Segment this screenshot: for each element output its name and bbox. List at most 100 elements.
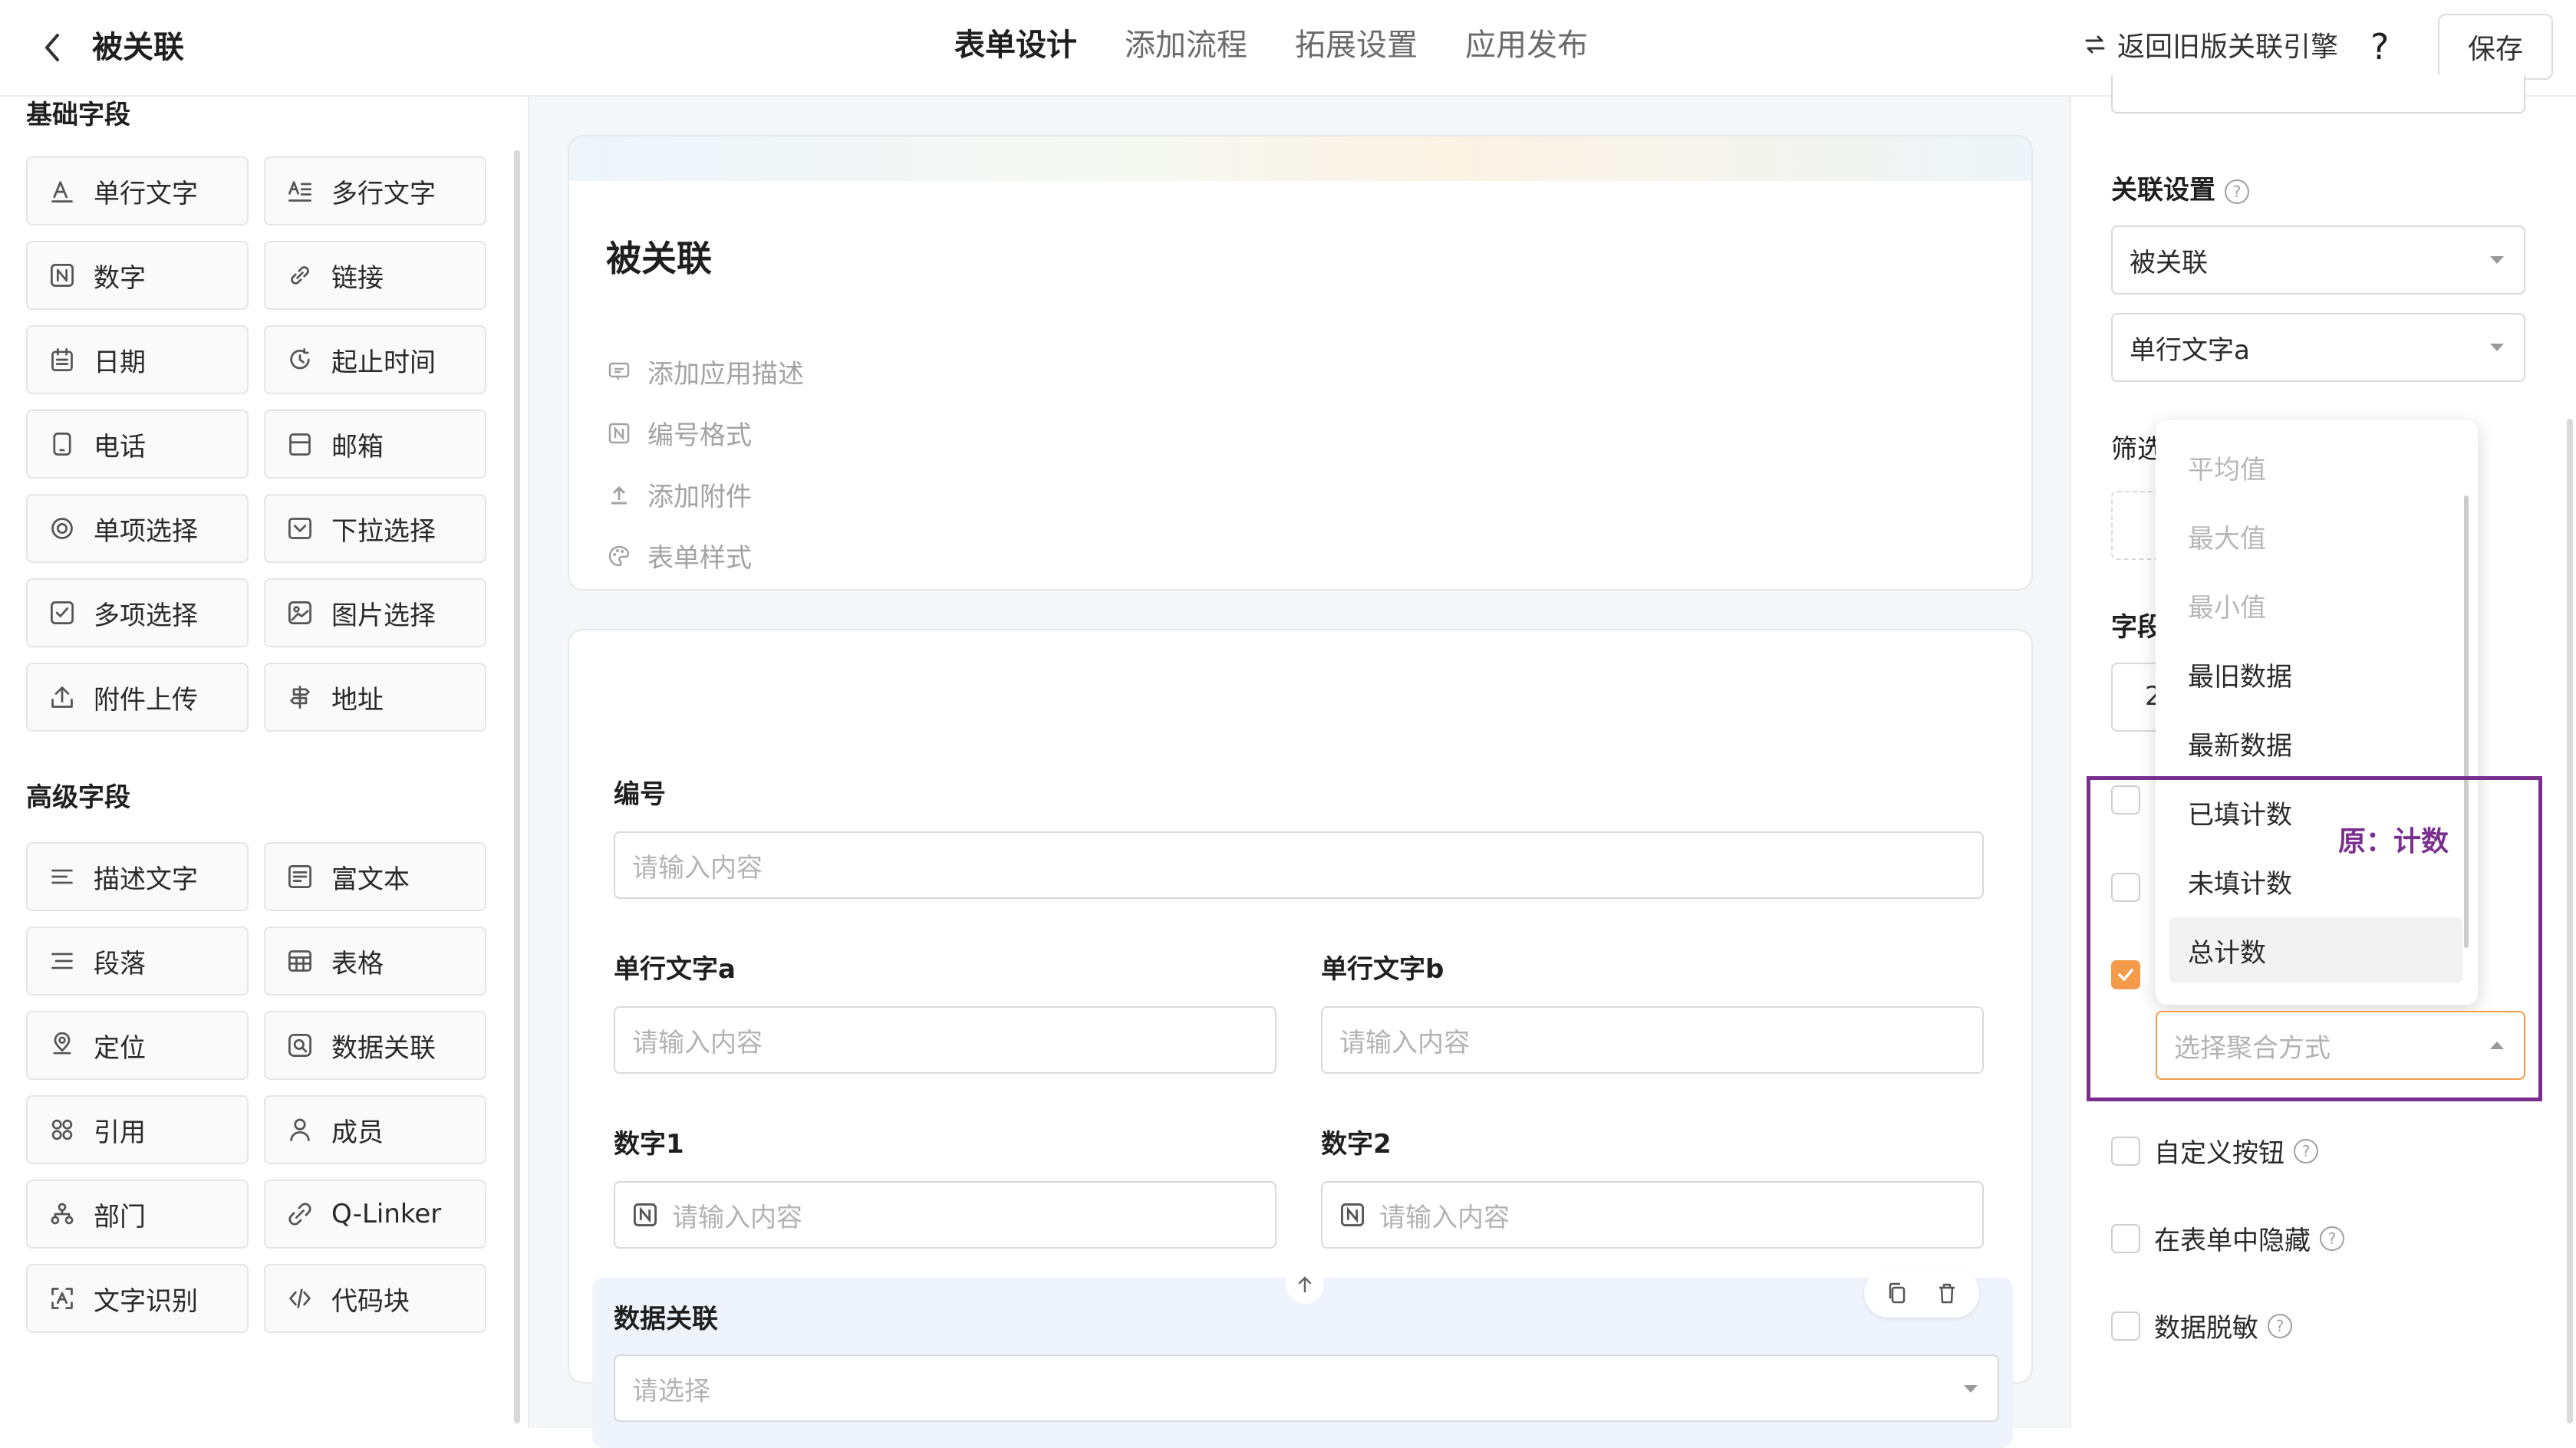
field-label: 成员 [331,1117,384,1148]
add-attachment-link[interactable]: 添加附件 [606,476,752,513]
agg-option-newest[interactable]: 最新数据 [2169,710,2462,776]
tab-publish-app[interactable]: 应用发布 [1465,23,1588,97]
truncated-select[interactable] [2111,75,2525,114]
number-n-icon [48,261,77,290]
help-circle-icon[interactable]: ? [2225,179,2249,204]
form-header-card: 被关联 添加应用描述 编号格式 添加附件 表单样式 [568,135,2033,591]
number2-label: 数字2 [1321,1129,1392,1160]
form-style-link[interactable]: 表单样式 [606,537,752,574]
relation-settings-label: 关联设置? [2111,173,2249,207]
table-icon [285,946,315,976]
relation-form-select[interactable]: 被关联 [2111,225,2525,295]
hide-in-form-checkbox[interactable] [2111,1223,2140,1253]
back-button[interactable] [31,26,74,69]
save-button[interactable]: 保存 [2438,14,2553,80]
basic-field-13[interactable]: 地址 [264,663,486,732]
move-up-button[interactable] [1286,1265,1324,1304]
agg-option-oldest[interactable]: 最旧数据 [2169,641,2462,707]
calendar-icon [48,345,77,374]
form-title[interactable]: 被关联 [606,235,712,282]
advanced-field-9[interactable]: Q-Linker [264,1180,486,1249]
number1-input[interactable]: 请输入内容 [614,1181,1276,1249]
advanced-field-2[interactable]: 段落 [26,926,249,995]
number2-input[interactable]: 请输入内容 [1321,1181,1984,1249]
tab-extension-settings[interactable]: 拓展设置 [1295,23,1418,97]
data-relation-select[interactable]: 请选择 [614,1354,1999,1422]
annotation-note: 原：计数 [2338,826,2449,857]
delete-button[interactable] [1930,1276,1964,1310]
basic-field-1[interactable]: 多行文字 [264,156,486,225]
tab-form-design[interactable]: 表单设计 [954,23,1077,118]
add-description-link[interactable]: 添加应用描述 [606,353,804,390]
custom-button-checkbox[interactable] [2111,1136,2140,1166]
text-a-label: 单行文字a [614,954,736,985]
help-circle-icon[interactable]: ? [2320,1226,2344,1251]
basic-field-4[interactable]: 日期 [26,325,249,394]
ocr-icon [48,1284,77,1313]
basic-field-10[interactable]: 多项选择 [26,578,249,647]
basic-field-6[interactable]: 电话 [26,410,249,479]
advanced-field-7[interactable]: 成员 [264,1095,486,1164]
number-format-link[interactable]: 编号格式 [606,414,752,452]
advanced-field-11[interactable]: 代码块 [264,1264,486,1333]
serial-input[interactable]: 请输入内容 [614,831,1984,899]
form-canvas: 被关联 添加应用描述 编号格式 添加附件 表单样式 编号 请输入内容 单行文字a… [529,97,2070,1448]
number-n-icon [1340,1203,1365,1227]
left-scrollbar[interactable] [514,150,520,1423]
agg-option-average[interactable]: 平均值 [2169,434,2462,500]
custom-button-option[interactable]: 自定义按钮 ? [2111,1132,2318,1170]
relation-field-select[interactable]: 单行文字a [2111,313,2525,382]
text-a-placeholder: 请输入内容 [632,1027,763,1058]
legacy-engine-link[interactable]: 返回旧版关联引擎 [2084,28,2338,67]
help-circle-icon[interactable]: ? [2268,1313,2292,1338]
text-b-placeholder: 请输入内容 [1339,1027,1470,1058]
basic-field-7[interactable]: 邮箱 [264,410,486,479]
data-relation-field-block[interactable]: 数据关联 请选择 [592,1265,2013,1448]
data-mask-option[interactable]: 数据脱敏 ? [2111,1307,2292,1344]
switch-arrows-icon [2084,28,2107,67]
tab-bar: 表单设计 添加流程 拓展设置 应用发布 [954,23,1636,118]
caret-down-icon [1964,1385,1978,1393]
block-toolbar [1864,1269,1979,1318]
agg-option-min[interactable]: 最小值 [2169,572,2462,638]
advanced-field-3[interactable]: 表格 [264,926,486,995]
advanced-field-5[interactable]: 数据关联 [264,1011,486,1080]
basic-field-9[interactable]: 下拉选择 [264,494,486,563]
field-label: 单行文字 [94,178,198,209]
field-label: 多行文字 [331,178,436,209]
advanced-field-8[interactable]: 部门 [26,1180,249,1249]
agg-option-max[interactable]: 最大值 [2169,503,2462,569]
tab-add-workflow[interactable]: 添加流程 [1125,23,1247,97]
basic-fields-title: 基础字段 [26,100,130,130]
advanced-field-10[interactable]: 文字识别 [26,1264,249,1333]
text-a-input[interactable]: 请输入内容 [614,1006,1276,1074]
copy-button[interactable] [1880,1276,1914,1310]
text-b-input[interactable]: 请输入内容 [1321,1006,1984,1074]
advanced-field-6[interactable]: 引用 [26,1095,249,1164]
number1-label: 数字1 [614,1129,684,1160]
hide-in-form-label: 在表单中隐藏 [2154,1226,2311,1256]
basic-field-11[interactable]: 图片选择 [264,578,486,647]
right-scrollbar[interactable] [2567,419,2573,1423]
basic-field-8[interactable]: 单项选择 [26,494,249,563]
help-circle-icon[interactable]: ? [2294,1138,2318,1163]
advanced-field-4[interactable]: 定位 [26,1011,249,1080]
form-style-label: 表单样式 [647,543,752,574]
multiline-text-icon [285,176,315,206]
hide-in-form-option[interactable]: 在表单中隐藏 ? [2111,1219,2344,1257]
mailbox-icon [285,429,315,459]
basic-field-0[interactable]: 单行文字 [26,156,249,225]
field-label: 日期 [94,347,146,378]
basic-field-5[interactable]: 起止时间 [264,325,486,394]
number-format-icon [606,420,632,446]
basic-field-2[interactable]: 数字 [26,241,249,310]
advanced-field-1[interactable]: 富文本 [264,842,486,911]
help-button[interactable]: ? [2370,23,2389,71]
data-mask-checkbox[interactable] [2111,1311,2140,1341]
field-label: 链接 [331,262,384,294]
basic-field-3[interactable]: 链接 [264,241,486,310]
basic-field-12[interactable]: 附件上传 [26,663,249,732]
header-banner [569,137,2031,181]
advanced-field-0[interactable]: 描述文字 [26,842,249,911]
trash-icon [1939,1283,1955,1304]
